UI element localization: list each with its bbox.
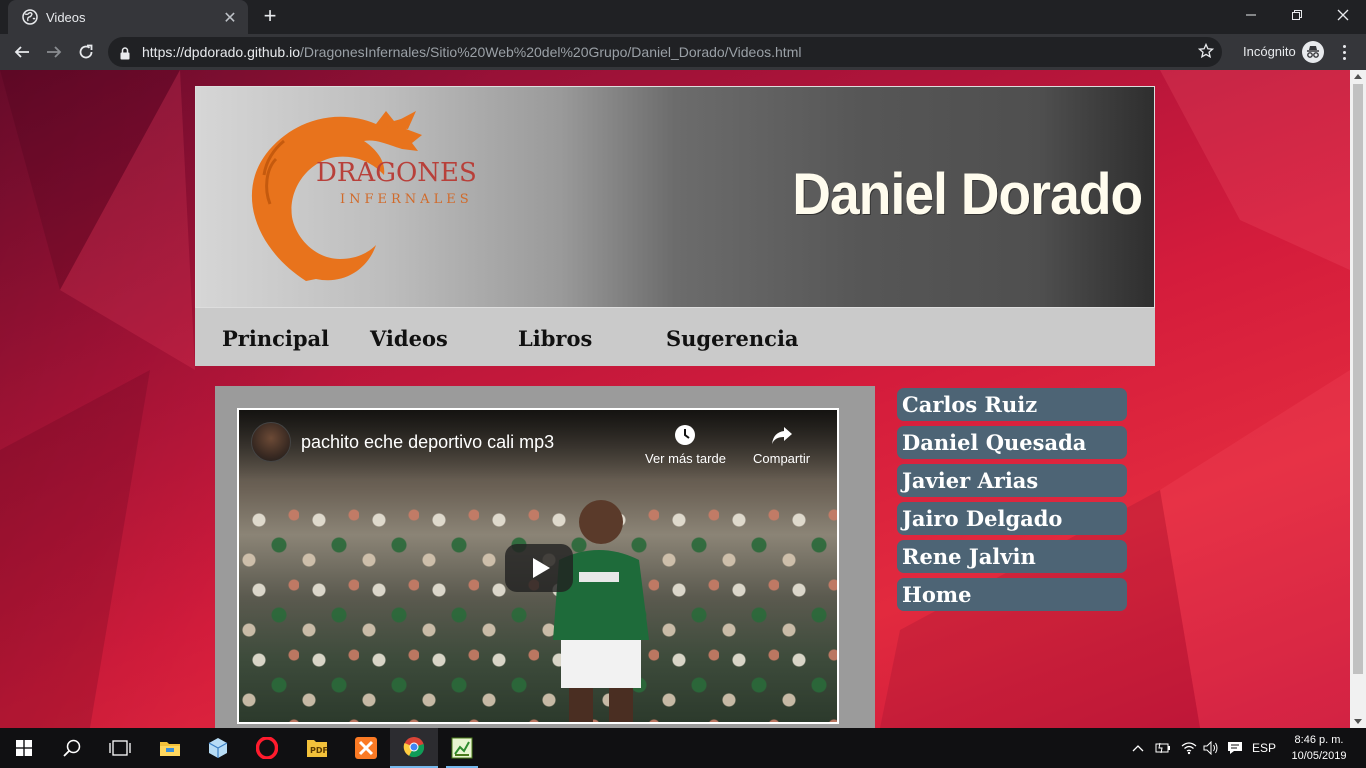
clock-time: 8:46 p. m. — [1294, 734, 1344, 746]
tray-overflow-chevron-icon[interactable] — [1128, 728, 1148, 768]
bookmark-star-icon[interactable] — [1197, 42, 1215, 63]
sidebar-item-javier-arias[interactable]: Javier Arias — [897, 464, 1127, 497]
share-button[interactable]: Compartir — [753, 424, 810, 466]
watch-later-label: Ver más tarde — [645, 451, 726, 466]
page-viewport: DRAGONES INFERNALES Daniel Dorado Princi… — [0, 70, 1350, 728]
opera-icon[interactable] — [243, 728, 291, 768]
new-tab-button[interactable]: + — [258, 5, 282, 29]
chrome-menu-icon[interactable] — [1334, 41, 1354, 63]
incognito-label: Incógnito — [1243, 44, 1296, 59]
sidebar-item-jairo-delgado[interactable]: Jairo Delgado — [897, 502, 1127, 535]
pdf-app-icon[interactable]: PDF — [293, 728, 341, 768]
notifications-icon[interactable] — [1224, 728, 1246, 768]
tab-title: Videos — [46, 9, 86, 25]
scrollbar-thumb[interactable] — [1353, 84, 1363, 674]
start-windows-icon[interactable] — [0, 728, 48, 768]
address-bar[interactable]: https://dpdorado.github.io/DragonesInfer… — [108, 37, 1222, 67]
url-path: /DragonesInfernales/Sitio%20Web%20del%20… — [300, 44, 802, 60]
incognito-icon[interactable] — [1302, 41, 1324, 63]
back-arrow-icon[interactable] — [8, 38, 36, 66]
logo-word-infernales: INFERNALES — [340, 192, 473, 207]
watch-later-button[interactable]: Ver más tarde — [645, 424, 726, 466]
minimize-button[interactable] — [1228, 0, 1274, 30]
sidebar-item-rene-jalvin[interactable]: Rene Jalvin — [897, 540, 1127, 573]
language-indicator[interactable]: ESP — [1250, 728, 1278, 768]
nav-link-sugerencia[interactable]: Sugerencia — [666, 326, 799, 351]
reload-icon[interactable] — [72, 38, 100, 66]
wifi-icon[interactable] — [1178, 728, 1200, 768]
site-name: Daniel Dorado — [792, 162, 1143, 227]
battery-icon[interactable] — [1152, 728, 1174, 768]
svg-text:PDF: PDF — [310, 746, 328, 755]
member-sidebar: Carlos Ruiz Daniel Quesada Javier Arias … — [897, 388, 1127, 616]
close-window-button[interactable] — [1320, 0, 1366, 30]
main-nav: Principal Videos Libros Sugerencia — [195, 308, 1155, 366]
close-tab-icon[interactable]: ✕ — [222, 8, 238, 27]
nav-link-videos[interactable]: Videos — [370, 326, 448, 351]
url-text: https://dpdorado.github.io/DragonesInfer… — [142, 44, 801, 60]
chart-editor-icon[interactable] — [438, 728, 486, 768]
tab-videos[interactable]: Videos ✕ — [8, 0, 248, 34]
dragon-logo[interactable]: DRAGONES INFERNALES — [236, 99, 496, 289]
browser-toolbar: https://dpdorado.github.io/DragonesInfer… — [0, 34, 1366, 70]
sidebar-item-daniel-quesada[interactable]: Daniel Quesada — [897, 426, 1127, 459]
chrome-taskbar-icon[interactable] — [390, 728, 438, 768]
logo-word-dragones: DRAGONES — [316, 158, 477, 188]
youtube-embed[interactable]: pachito eche deportivo cali mp3 Ver más … — [237, 408, 839, 724]
file-explorer-icon[interactable] — [146, 728, 194, 768]
search-icon[interactable] — [48, 728, 96, 768]
channel-avatar[interactable] — [251, 422, 291, 462]
tab-strip: Videos ✕ + — [0, 0, 1366, 34]
scroll-up-arrow-icon[interactable] — [1354, 74, 1362, 79]
xampp-icon[interactable] — [342, 728, 390, 768]
restore-button[interactable] — [1274, 0, 1320, 30]
play-button[interactable] — [505, 544, 573, 592]
url-host: https://dpdorado.github.io — [142, 44, 301, 60]
scroll-down-arrow-icon[interactable] — [1354, 719, 1362, 724]
clock-date: 10/05/2019 — [1291, 750, 1347, 762]
nav-link-principal[interactable]: Principal — [222, 326, 329, 351]
windows-taskbar: PDF ESP 8:46 p. m. 10/05/2019 — [0, 728, 1366, 768]
globe-icon — [22, 9, 38, 25]
video-player-figure — [553, 500, 649, 722]
sidebar-item-home[interactable]: Home — [897, 578, 1127, 611]
share-label: Compartir — [753, 451, 811, 466]
forward-arrow-icon[interactable] — [40, 38, 68, 66]
volume-icon[interactable] — [1200, 728, 1222, 768]
sidebar-item-carlos-ruiz[interactable]: Carlos Ruiz — [897, 388, 1127, 421]
clock-icon — [674, 424, 696, 446]
site-header: DRAGONES INFERNALES Daniel Dorado — [195, 86, 1155, 308]
task-view-icon[interactable] — [96, 728, 144, 768]
nav-link-libros[interactable]: Libros — [518, 326, 592, 351]
lock-icon — [120, 45, 130, 64]
video-title[interactable]: pachito eche deportivo cali mp3 — [301, 432, 554, 453]
share-arrow-icon — [771, 424, 793, 446]
cube-app-icon[interactable] — [194, 728, 242, 768]
page-scrollbar[interactable] — [1350, 70, 1366, 728]
taskbar-clock[interactable]: 8:46 p. m. 10/05/2019 — [1286, 732, 1352, 764]
